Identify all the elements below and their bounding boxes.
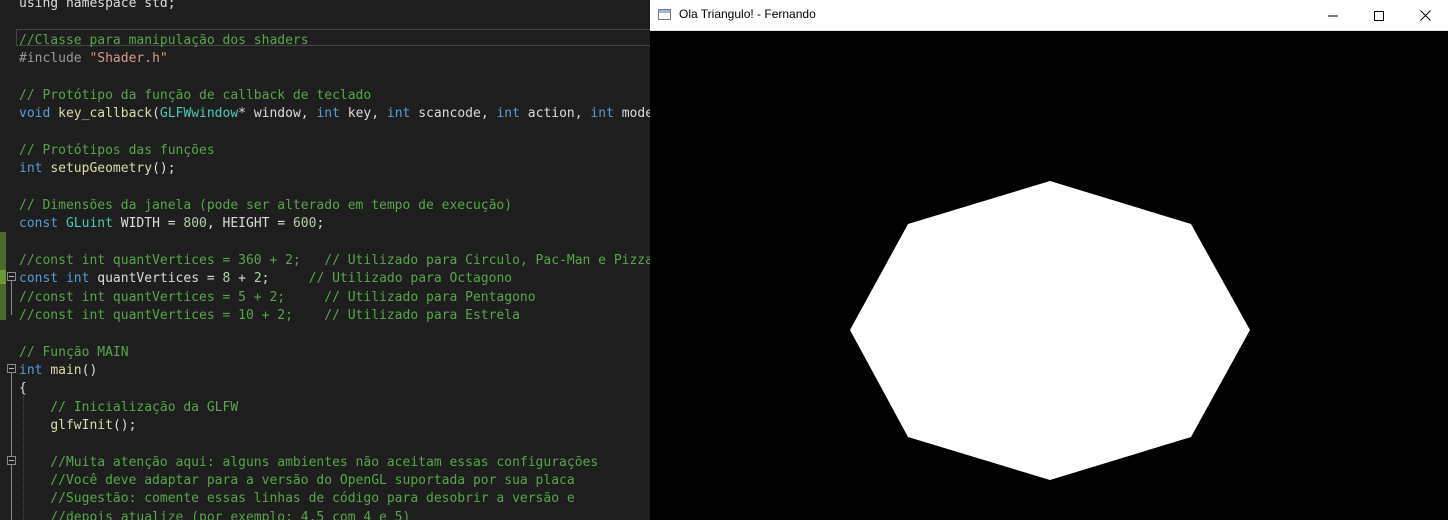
minimize-button[interactable]	[1310, 0, 1356, 31]
opengl-window[interactable]: Ola Triangulo! - Fernando	[650, 0, 1448, 520]
octagon-shape	[850, 181, 1250, 480]
code-line[interactable]: // Inicialização da GLFW	[19, 399, 238, 417]
code-token: GLFWwindow	[159, 106, 239, 122]
window-title: Ola Triangulo! - Fernando	[679, 7, 816, 21]
code-token: //Muita atenção aqui: alguns ambientes n…	[19, 454, 599, 470]
code-token: //Classe para manipulação dos shaders	[19, 32, 309, 48]
code-token: {	[19, 381, 27, 397]
code-token: mode);	[621, 106, 650, 122]
code-token: // Função MAIN	[19, 344, 129, 360]
code-token: const	[19, 216, 66, 232]
code-token: * window,	[238, 106, 317, 122]
code-token: int	[496, 106, 520, 122]
window-titlebar[interactable]: Ola Triangulo! - Fernando	[650, 0, 1448, 31]
code-token: quantVertices =	[89, 271, 223, 287]
app-window-icon	[658, 9, 671, 20]
close-icon	[1419, 10, 1431, 21]
code-line[interactable]: //Você deve adaptar para a versão do Ope…	[19, 472, 575, 490]
code-line[interactable]: // Dimensões da janela (pode ser alterad…	[19, 197, 512, 215]
code-token: void	[19, 106, 59, 122]
code-token: int	[590, 106, 614, 122]
code-line[interactable]: //Sugestão: comente essas linhas de códi…	[19, 490, 575, 508]
close-button[interactable]	[1402, 0, 1448, 31]
code-token: int	[65, 271, 90, 287]
code-token: setupGeometry	[50, 161, 153, 177]
code-token: // Inicialização da GLFW	[19, 399, 239, 415]
code-token: main	[50, 363, 82, 378]
code-token: GLuint	[65, 216, 113, 232]
fold-toggle-icon[interactable]	[7, 272, 16, 281]
fold-toggle-icon[interactable]	[7, 364, 16, 373]
code-token: // Dimensões da janela (pode ser alterad…	[19, 197, 513, 213]
code-token: glfwInit	[50, 418, 113, 434]
code-token: int	[19, 363, 51, 378]
change-indicator	[0, 270, 6, 284]
render-canvas	[650, 31, 1448, 520]
code-line[interactable]: const int quantVertices = 8 + 2; // Util…	[19, 270, 512, 288]
code-line[interactable]: using namespace std;	[19, 0, 176, 13]
code-token: const	[19, 271, 66, 287]
code-token: int	[316, 106, 340, 122]
code-line[interactable]: //Classe para manipulação dos shaders	[19, 32, 309, 50]
code-token: (	[152, 106, 160, 122]
code-token: key,	[339, 106, 387, 122]
code-line[interactable]: // Função MAIN	[19, 344, 129, 362]
fold-toggle-icon[interactable]	[7, 456, 16, 465]
code-token: 2	[253, 271, 262, 287]
code-token: //const int quantVertices = 5 + 2; // Ut…	[19, 289, 536, 305]
code-token: //Você deve adaptar para a versão do Ope…	[19, 473, 575, 489]
code-token: +	[230, 271, 254, 287]
code-line[interactable]: //depois atualize (por exemplo: 4.5 com …	[19, 509, 410, 520]
code-token: int	[19, 161, 51, 177]
code-token: ();	[152, 161, 176, 177]
code-token: //depois atualize (por exemplo: 4.5 com …	[19, 509, 411, 520]
code-token: ;	[261, 271, 309, 287]
code-token: //Sugestão: comente essas linhas de códi…	[19, 491, 575, 507]
code-token: "Shader.h"	[89, 51, 168, 67]
code-token: WIDTH =	[112, 216, 184, 232]
fold-line	[11, 373, 12, 520]
code-token: int	[386, 106, 411, 122]
code-token: using namespace std;	[19, 0, 176, 11]
code-token: action,	[519, 106, 591, 122]
code-token: //const int quantVertices = 10 + 2; // U…	[19, 307, 520, 323]
code-token: ();	[112, 418, 137, 434]
code-token: // Protótipo da função de callback de te…	[19, 87, 372, 103]
code-token: key_callback	[58, 106, 153, 122]
code-line[interactable]: int main()	[19, 362, 97, 380]
code-line[interactable]: //const int quantVertices = 360 + 2; // …	[19, 252, 650, 270]
minimize-icon	[1328, 15, 1338, 16]
code-token: ()	[81, 363, 98, 378]
code-token: // Utilizado para Octagono	[308, 271, 513, 287]
code-line[interactable]: // Protótipos das funções	[19, 142, 215, 160]
code-token: //const int quantVertices = 360 + 2; // …	[19, 252, 650, 268]
code-line[interactable]: //const int quantVertices = 5 + 2; // Ut…	[19, 289, 536, 307]
code-line[interactable]: //Muita atenção aqui: alguns ambientes n…	[19, 454, 598, 472]
code-token: ;	[316, 216, 325, 232]
code-line[interactable]: const GLuint WIDTH = 800, HEIGHT = 600;	[19, 215, 324, 233]
code-line[interactable]: void key_callback(GLFWwindow* window, in…	[19, 105, 650, 123]
code-token: 600	[292, 216, 317, 232]
fold-line	[11, 281, 12, 315]
code-token: 800	[183, 216, 207, 232]
code-line[interactable]: #include "Shader.h"	[19, 50, 168, 68]
code-token: #include	[19, 51, 90, 67]
code-line[interactable]: // Protótipo da função de callback de te…	[19, 87, 371, 105]
code-line[interactable]: glfwInit();	[19, 417, 136, 435]
code-line[interactable]: {	[19, 380, 27, 398]
maximize-icon	[1374, 10, 1384, 21]
code-line[interactable]: //const int quantVertices = 10 + 2; // U…	[19, 307, 520, 325]
code-token: , HEIGHT =	[206, 216, 293, 232]
code-editor[interactable]: using namespace std; //Classe para manipu…	[0, 0, 650, 520]
code-token: // Protótipos das funções	[19, 142, 215, 158]
code-token: scancode,	[410, 106, 497, 122]
maximize-button[interactable]	[1356, 0, 1402, 31]
code-line[interactable]: int setupGeometry();	[19, 160, 176, 178]
